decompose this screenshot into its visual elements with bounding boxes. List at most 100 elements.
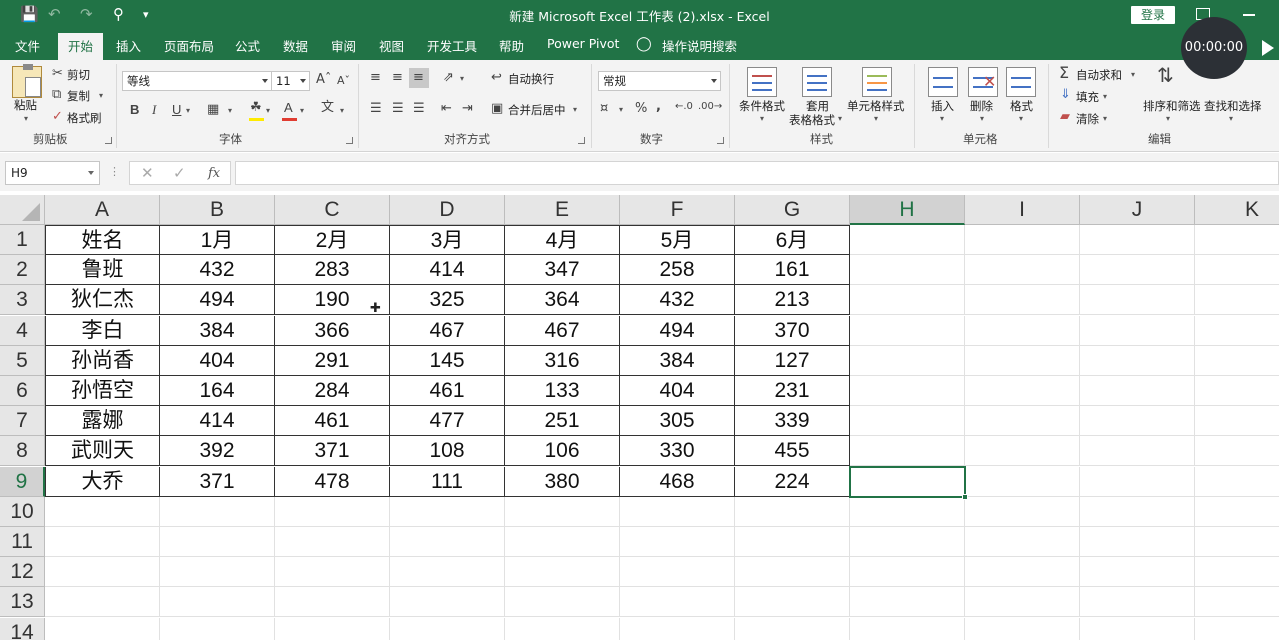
fill-button[interactable]: 填充 (1076, 89, 1099, 105)
cell-c8[interactable]: 371 (275, 436, 390, 466)
cell-g5[interactable]: 127 (735, 346, 850, 376)
row-header-12[interactable]: 12 (0, 557, 45, 587)
number-launcher-icon[interactable] (717, 137, 724, 144)
fill-down-icon[interactable]: ⇓ (1060, 88, 1071, 101)
cell-j14[interactable] (1080, 618, 1195, 640)
row-header-3[interactable]: 3 (0, 285, 45, 315)
column-header-j[interactable]: J (1080, 195, 1195, 225)
eraser-icon[interactable]: ▰ (1060, 110, 1070, 123)
cell-g3[interactable]: 213 (735, 285, 850, 315)
cell-b7[interactable]: 414 (160, 406, 275, 436)
cell-k6[interactable] (1195, 376, 1279, 406)
autosum-icon[interactable]: Σ (1059, 65, 1069, 81)
cell-j8[interactable] (1080, 436, 1195, 466)
cell-g8[interactable]: 455 (735, 436, 850, 466)
cell-f2[interactable]: 258 (620, 255, 735, 285)
cell-a12[interactable] (45, 557, 160, 587)
formula-input[interactable] (235, 161, 1279, 185)
cell-f1[interactable]: 5月 (620, 225, 735, 255)
cell-b3[interactable]: 494 (160, 285, 275, 315)
cell-d10[interactable] (390, 497, 505, 527)
cell-a11[interactable] (45, 527, 160, 557)
paste-icon[interactable] (12, 64, 42, 98)
align-bottom-icon[interactable]: ≡ (413, 71, 424, 84)
cell-k1[interactable] (1195, 225, 1279, 255)
row-header-7[interactable]: 7 (0, 406, 45, 436)
increase-font-icon[interactable]: Aˆ (316, 73, 331, 86)
formula-bar-resize-icon[interactable]: ⋮ (109, 165, 120, 178)
cell-b2[interactable]: 432 (160, 255, 275, 285)
cell-a1[interactable]: 姓名 (45, 225, 160, 255)
cell-g4[interactable]: 370 (735, 316, 850, 346)
tab-developer[interactable]: 开发工具 (427, 36, 477, 55)
cell-e5[interactable]: 316 (505, 346, 620, 376)
number-format-select[interactable]: 常规 (598, 71, 721, 91)
cell-k11[interactable] (1195, 527, 1279, 557)
align-right-icon[interactable]: ☰ (413, 102, 425, 115)
column-header-e[interactable]: E (505, 195, 620, 225)
cell-f5[interactable]: 384 (620, 346, 735, 376)
tab-file[interactable]: 文件 (15, 36, 40, 55)
format-as-table-dropdown-icon[interactable]: ▾ (838, 115, 842, 123)
cell-c11[interactable] (275, 527, 390, 557)
cell-i13[interactable] (965, 587, 1080, 617)
cell-i11[interactable] (965, 527, 1080, 557)
cell-i7[interactable] (965, 406, 1080, 436)
row-header-8[interactable]: 8 (0, 436, 45, 466)
align-left-icon[interactable]: ☰ (370, 102, 382, 115)
font-color-icon[interactable]: A (284, 101, 293, 114)
percent-icon[interactable]: % (635, 102, 647, 115)
wrap-text-icon[interactable]: ↩ (491, 71, 502, 84)
cell-j11[interactable] (1080, 527, 1195, 557)
cell-j4[interactable] (1080, 316, 1195, 346)
cell-e11[interactable] (505, 527, 620, 557)
cell-e12[interactable] (505, 557, 620, 587)
paste-dropdown-icon[interactable]: ▾ (24, 115, 28, 123)
cell-c9[interactable]: 478 (275, 467, 390, 497)
cell-e1[interactable]: 4月 (505, 225, 620, 255)
cell-i14[interactable] (965, 618, 1080, 640)
insert-function-button[interactable]: fx (208, 166, 220, 181)
cell-i1[interactable] (965, 225, 1080, 255)
underline-button[interactable]: U (172, 103, 181, 116)
cell-g6[interactable]: 231 (735, 376, 850, 406)
tab-help[interactable]: 帮助 (499, 36, 524, 55)
cell-h3[interactable] (850, 285, 965, 315)
cell-b13[interactable] (160, 587, 275, 617)
format-cells-icon[interactable] (1006, 67, 1036, 97)
cell-j9[interactable] (1080, 467, 1195, 497)
sort-filter-icon[interactable]: ⇅ (1157, 66, 1174, 86)
cell-d5[interactable]: 145 (390, 346, 505, 376)
cell-g10[interactable] (735, 497, 850, 527)
cell-e9[interactable]: 380 (505, 467, 620, 497)
cell-c12[interactable] (275, 557, 390, 587)
cell-d7[interactable]: 477 (390, 406, 505, 436)
column-header-i[interactable]: I (965, 195, 1080, 225)
increase-decimal-icon[interactable]: ←.0 (675, 102, 693, 112)
cell-f11[interactable] (620, 527, 735, 557)
cell-c2[interactable]: 283 (275, 255, 390, 285)
cell-styles-icon[interactable] (862, 67, 892, 97)
cut-icon[interactable]: ✂ (52, 67, 63, 80)
tab-formulas[interactable]: 公式 (235, 36, 260, 55)
cell-k2[interactable] (1195, 255, 1279, 285)
cell-j5[interactable] (1080, 346, 1195, 376)
wrap-text-button[interactable]: 自动换行 (508, 71, 554, 87)
merge-center-icon[interactable]: ▣ (491, 102, 503, 115)
cell-b9[interactable]: 371 (160, 467, 275, 497)
row-header-10[interactable]: 10 (0, 497, 45, 527)
conditional-dropdown-icon[interactable]: ▾ (760, 115, 764, 123)
font-launcher-icon[interactable] (346, 137, 353, 144)
cell-styles-dropdown-icon[interactable]: ▾ (874, 115, 878, 123)
cell-g2[interactable]: 161 (735, 255, 850, 285)
cell-j10[interactable] (1080, 497, 1195, 527)
cell-e6[interactable]: 133 (505, 376, 620, 406)
copy-dropdown-icon[interactable]: ▾ (99, 92, 103, 100)
cut-button[interactable]: 剪切 (67, 67, 90, 83)
cell-e3[interactable]: 364 (505, 285, 620, 315)
cell-h13[interactable] (850, 587, 965, 617)
cell-g1[interactable]: 6月 (735, 225, 850, 255)
cell-h14[interactable] (850, 618, 965, 640)
comma-style-icon[interactable]: , (656, 100, 661, 113)
cell-c5[interactable]: 291 (275, 346, 390, 376)
